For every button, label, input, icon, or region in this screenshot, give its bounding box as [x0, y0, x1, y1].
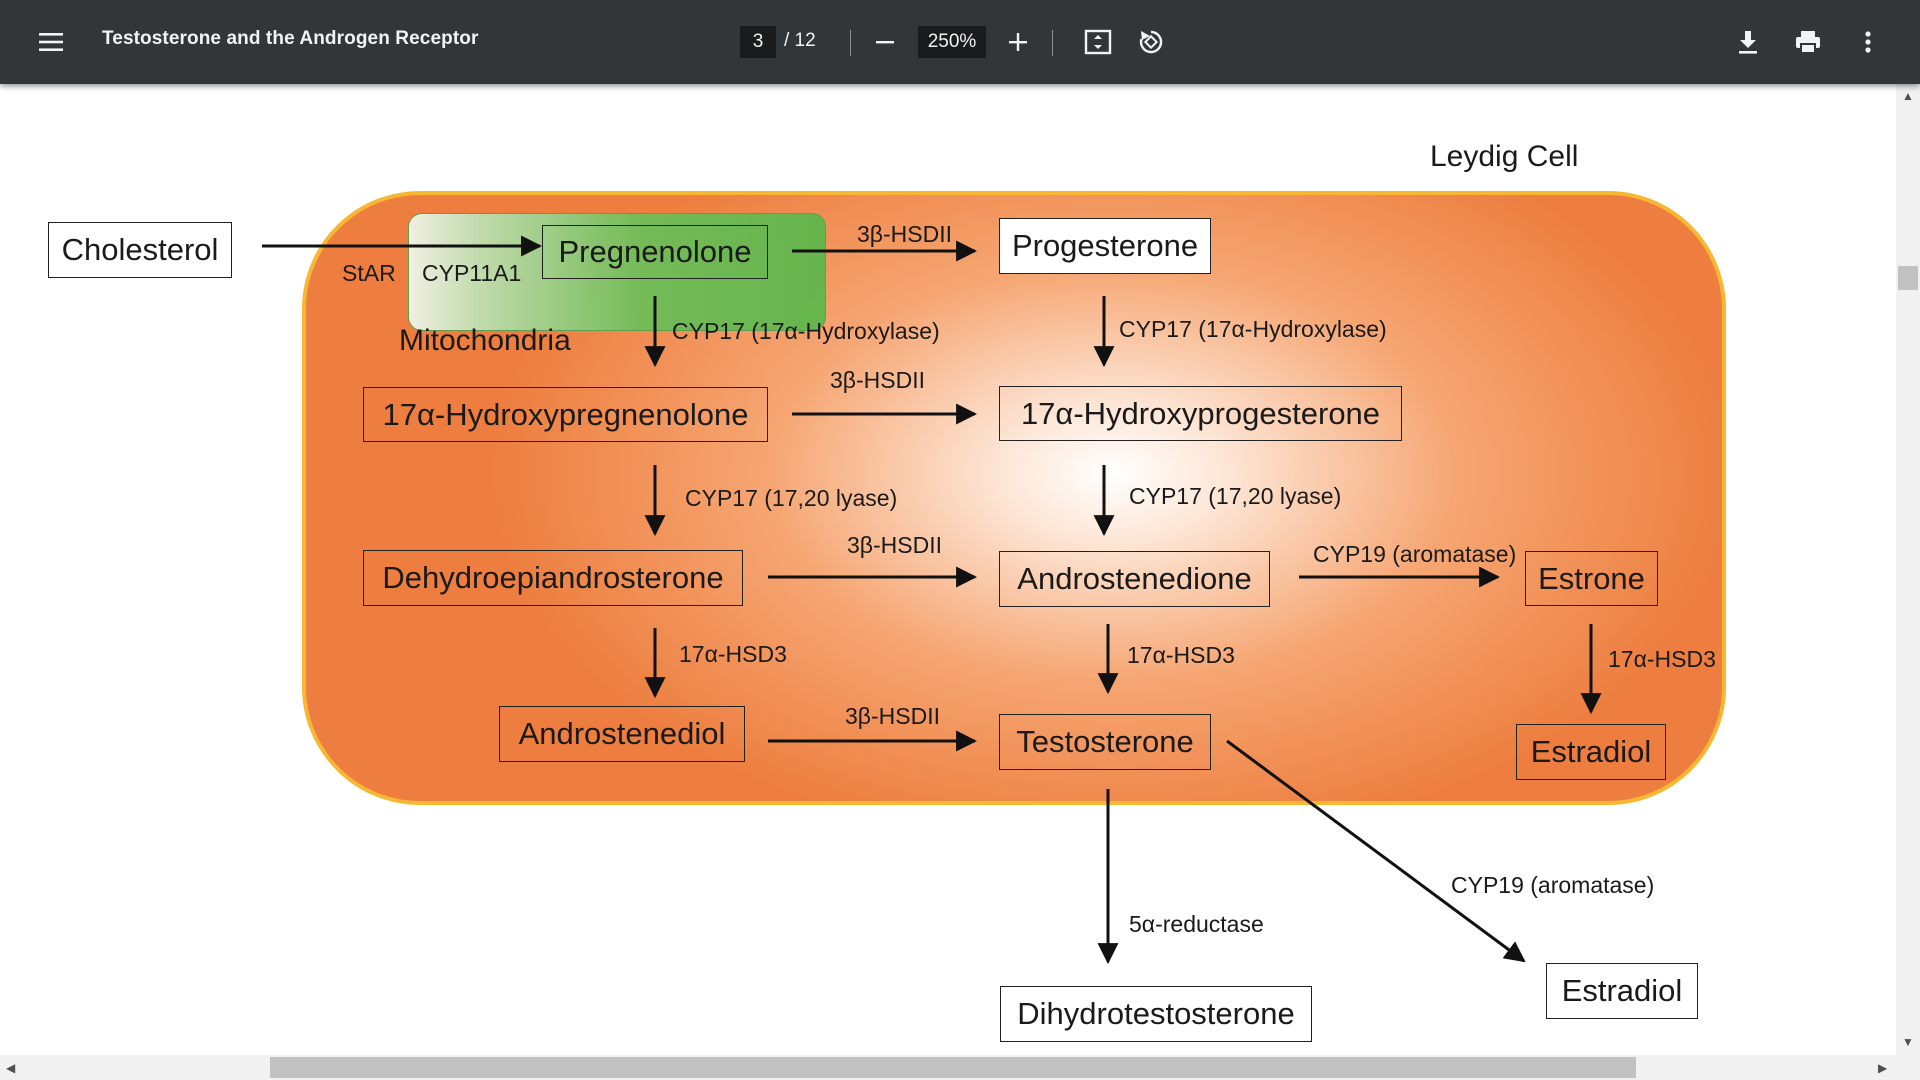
menu-icon[interactable]	[31, 22, 71, 62]
pdf-page-viewport[interactable]: Leydig Cell Cholesterol Pregnenolone Pro…	[0, 84, 1896, 1055]
vertical-scrollbar-thumb[interactable]	[1898, 266, 1918, 290]
fit-page-icon[interactable]	[1078, 22, 1118, 62]
rotate-icon[interactable]	[1131, 22, 1171, 62]
cyp17-hydroxylase-left-label: CYP17 (17α-Hydroxylase)	[672, 318, 940, 344]
print-icon[interactable]	[1788, 22, 1828, 62]
arrow-testosterone-estradiol	[1226, 739, 1526, 963]
pdf-toolbar: Testosterone and the Androgen Receptor /…	[0, 0, 1920, 84]
page-total-label: / 12	[784, 30, 816, 51]
zoom-level-input[interactable]	[918, 26, 986, 58]
scroll-down-icon[interactable]: ▼	[1902, 1036, 1914, 1048]
more-vert-icon[interactable]	[1848, 22, 1888, 62]
scroll-up-icon[interactable]: ▲	[1902, 90, 1914, 102]
horizontal-scrollbar-thumb[interactable]	[270, 1057, 1636, 1078]
vertical-scrollbar[interactable]	[1896, 84, 1920, 1055]
plus-icon[interactable]	[998, 22, 1038, 62]
toolbar-divider	[1052, 30, 1053, 56]
mitochondria-label: Mitochondria	[399, 324, 571, 357]
cyp11a1-label: CYP11A1	[422, 260, 522, 286]
page-number-input[interactable]	[740, 26, 776, 58]
pregnenolone-box: Pregnenolone	[542, 225, 768, 279]
minus-icon[interactable]	[865, 22, 905, 62]
download-icon[interactable]	[1728, 22, 1768, 62]
scroll-left-icon[interactable]: ◀	[6, 1062, 15, 1074]
document-title: Testosterone and the Androgen Receptor	[102, 28, 479, 49]
pathway-arrows	[262, 235, 1602, 965]
toolbar-divider	[850, 30, 851, 56]
scroll-right-icon[interactable]: ▶	[1878, 1062, 1887, 1074]
pdf-page: Leydig Cell Cholesterol Pregnenolone Pro…	[0, 84, 1896, 1055]
